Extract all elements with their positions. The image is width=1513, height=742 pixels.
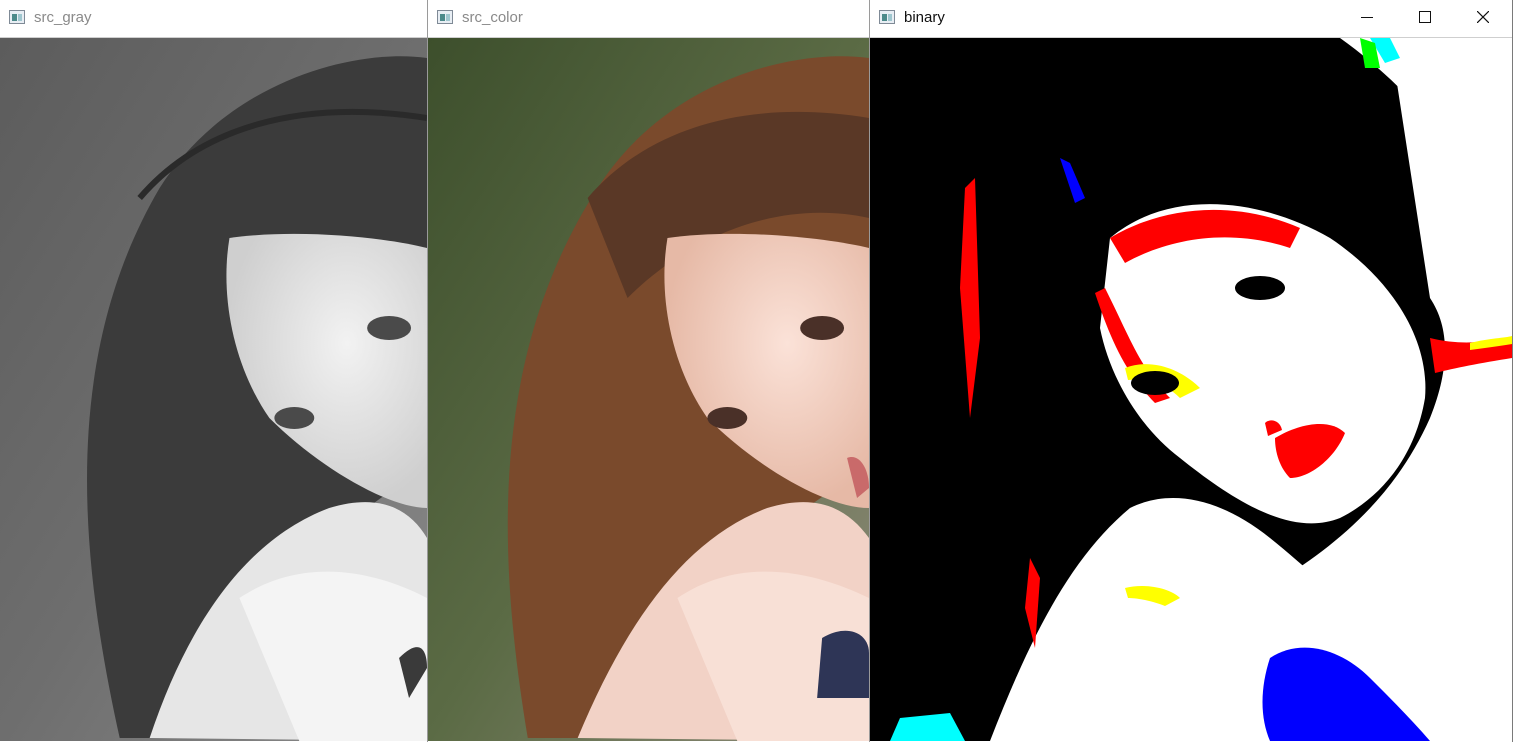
image-src-color: [428, 38, 869, 741]
opencv-window-icon: [879, 10, 895, 24]
titlebar[interactable]: binary: [870, 0, 1512, 38]
minimize-icon: [1361, 17, 1373, 18]
close-button[interactable]: [1455, 0, 1512, 36]
titlebar[interactable]: src_color: [428, 0, 869, 38]
opencv-window-icon: [437, 10, 453, 24]
maximize-icon: [1419, 11, 1431, 23]
titlebar[interactable]: src_gray: [0, 0, 427, 38]
maximize-button[interactable]: [1397, 0, 1455, 36]
window-binary[interactable]: binary: [870, 0, 1513, 742]
window-title: src_gray: [34, 9, 92, 26]
window-src-color[interactable]: src_color: [428, 0, 870, 742]
window-title: src_color: [462, 9, 523, 26]
image-binary: [870, 38, 1512, 741]
image-src-gray: [0, 38, 427, 741]
window-src-gray[interactable]: src_gray: [0, 0, 428, 742]
opencv-window-icon: [9, 10, 25, 24]
close-icon: [1477, 11, 1489, 23]
minimize-button[interactable]: [1339, 0, 1397, 36]
window-title: binary: [904, 9, 945, 26]
